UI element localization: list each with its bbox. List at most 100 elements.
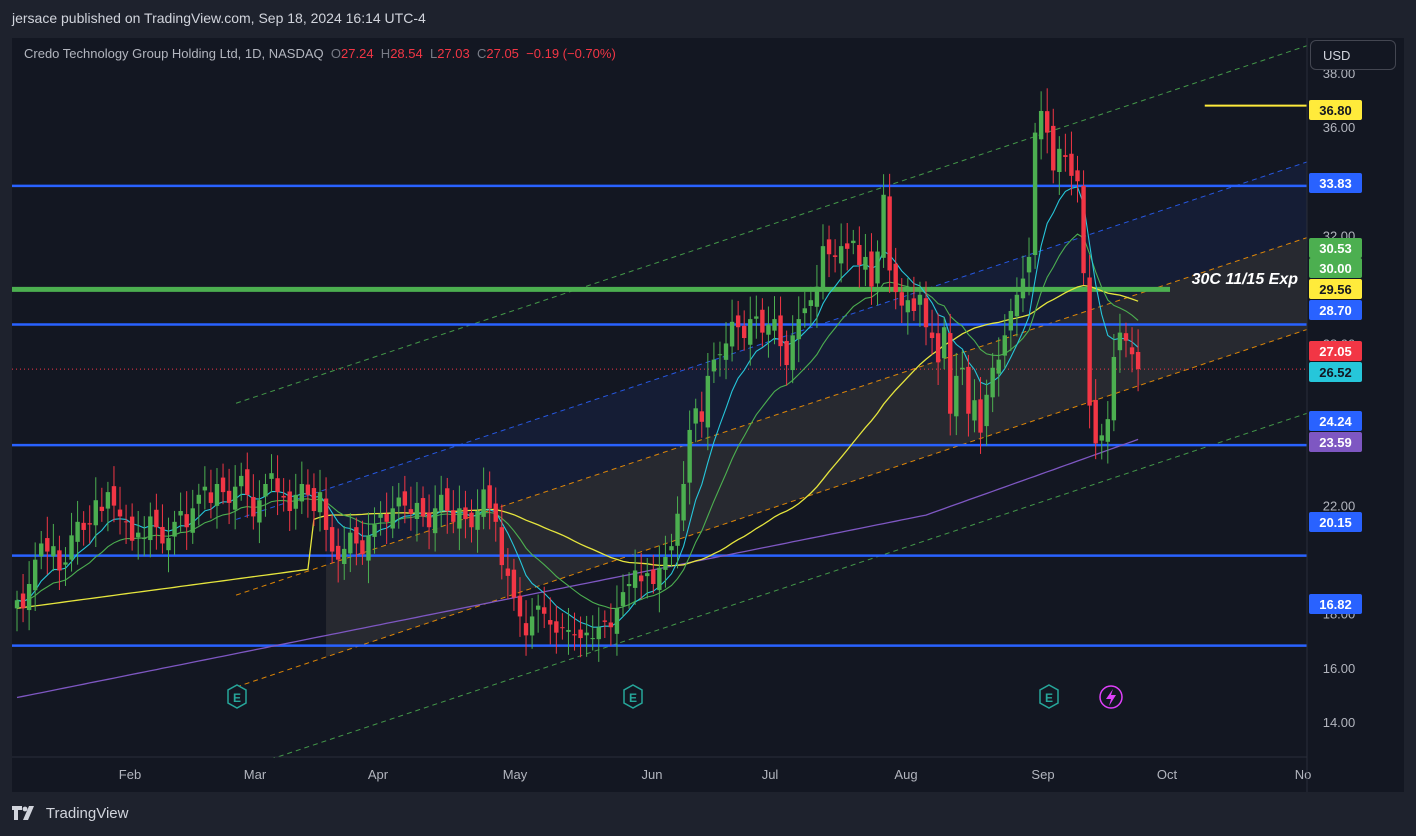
currency-button[interactable]: USD [1310, 40, 1396, 70]
candle[interactable] [638, 553, 644, 599]
candle[interactable] [1087, 254, 1092, 429]
candle[interactable] [32, 542, 38, 612]
candle[interactable] [651, 554, 656, 594]
candle[interactable] [1081, 170, 1086, 286]
candle[interactable] [802, 291, 807, 328]
candle[interactable] [257, 480, 262, 544]
footer-brand[interactable]: TradingView [12, 804, 128, 828]
candle[interactable] [14, 590, 20, 632]
candle[interactable] [172, 510, 177, 555]
candle[interactable] [887, 173, 892, 293]
candle[interactable] [814, 264, 820, 328]
candle[interactable] [214, 468, 220, 529]
candle[interactable] [1045, 88, 1050, 154]
candle[interactable] [808, 286, 814, 326]
candle[interactable] [202, 466, 208, 510]
candle[interactable] [845, 222, 850, 271]
candle[interactable] [535, 594, 541, 633]
candle[interactable] [129, 503, 135, 551]
candle[interactable] [1075, 155, 1080, 203]
candle[interactable] [269, 454, 274, 493]
candle[interactable] [39, 530, 44, 570]
candle[interactable] [1051, 108, 1056, 184]
candle[interactable] [281, 478, 286, 512]
candle[interactable] [596, 607, 601, 662]
candle[interactable] [287, 479, 292, 532]
candle-body [675, 513, 680, 546]
candle[interactable] [142, 516, 147, 557]
candle-body [420, 498, 426, 517]
candle[interactable] [275, 455, 280, 516]
candle[interactable] [299, 461, 305, 515]
candle[interactable] [251, 474, 256, 530]
candle[interactable] [45, 516, 50, 575]
candle[interactable] [99, 487, 105, 522]
candle[interactable] [317, 469, 323, 532]
candle[interactable] [560, 613, 565, 640]
candle[interactable] [851, 229, 856, 255]
candle[interactable] [626, 572, 632, 609]
candle-body [614, 608, 620, 634]
candle[interactable] [832, 239, 838, 273]
candle[interactable] [584, 615, 589, 657]
candle[interactable] [93, 477, 98, 548]
candle[interactable] [729, 299, 735, 362]
candle[interactable] [148, 502, 153, 558]
candle[interactable] [881, 174, 886, 268]
candle[interactable] [293, 473, 298, 530]
candle[interactable] [196, 483, 201, 526]
candle[interactable] [226, 468, 232, 525]
candle[interactable] [742, 310, 747, 351]
candle[interactable] [87, 505, 92, 544]
candle[interactable] [160, 504, 165, 554]
candle-body [893, 263, 898, 293]
candle[interactable] [875, 240, 880, 306]
candle[interactable] [20, 573, 26, 623]
candle[interactable] [166, 517, 171, 573]
candle[interactable] [869, 233, 874, 305]
candle[interactable] [1032, 122, 1038, 269]
candle[interactable] [735, 300, 741, 351]
candle[interactable] [760, 298, 765, 347]
candle[interactable] [608, 603, 614, 646]
candle[interactable] [542, 586, 547, 629]
candle[interactable] [838, 223, 844, 283]
candle[interactable] [863, 233, 868, 287]
candle[interactable] [1105, 401, 1110, 464]
candle[interactable] [154, 493, 159, 550]
candle[interactable] [826, 225, 832, 278]
candle[interactable] [523, 600, 529, 656]
earnings-icon[interactable]: E [227, 684, 247, 709]
candle[interactable] [1063, 133, 1068, 172]
candle[interactable] [602, 610, 608, 638]
price-chart[interactable]: 38.0036.0032.0028.0022.0018.0016.0014.00… [0, 0, 1416, 836]
candle[interactable] [529, 598, 535, 649]
candle[interactable] [136, 511, 141, 560]
candle[interactable] [117, 486, 123, 535]
candle[interactable] [857, 226, 862, 288]
earnings-icon[interactable]: E [1039, 684, 1059, 709]
candle[interactable] [245, 452, 250, 518]
candle[interactable] [620, 574, 626, 617]
candle[interactable] [220, 463, 226, 505]
earnings-icon[interactable]: E [623, 684, 643, 709]
candle[interactable] [311, 473, 317, 527]
candle[interactable] [1038, 91, 1044, 160]
candle[interactable] [51, 523, 56, 572]
candle[interactable] [754, 295, 759, 339]
candle[interactable] [26, 561, 32, 631]
candle[interactable] [190, 489, 195, 544]
candle[interactable] [81, 511, 86, 546]
candle-body [796, 319, 801, 340]
lightning-icon[interactable] [1099, 685, 1123, 709]
candle[interactable] [208, 469, 214, 519]
candle-body [923, 298, 929, 328]
candle[interactable] [111, 466, 117, 523]
candle[interactable] [305, 469, 311, 518]
candle[interactable] [105, 481, 111, 532]
candle[interactable] [184, 491, 189, 550]
candle[interactable] [772, 296, 777, 345]
candle[interactable] [548, 597, 553, 645]
candle[interactable] [632, 549, 638, 605]
candle[interactable] [1099, 423, 1104, 460]
